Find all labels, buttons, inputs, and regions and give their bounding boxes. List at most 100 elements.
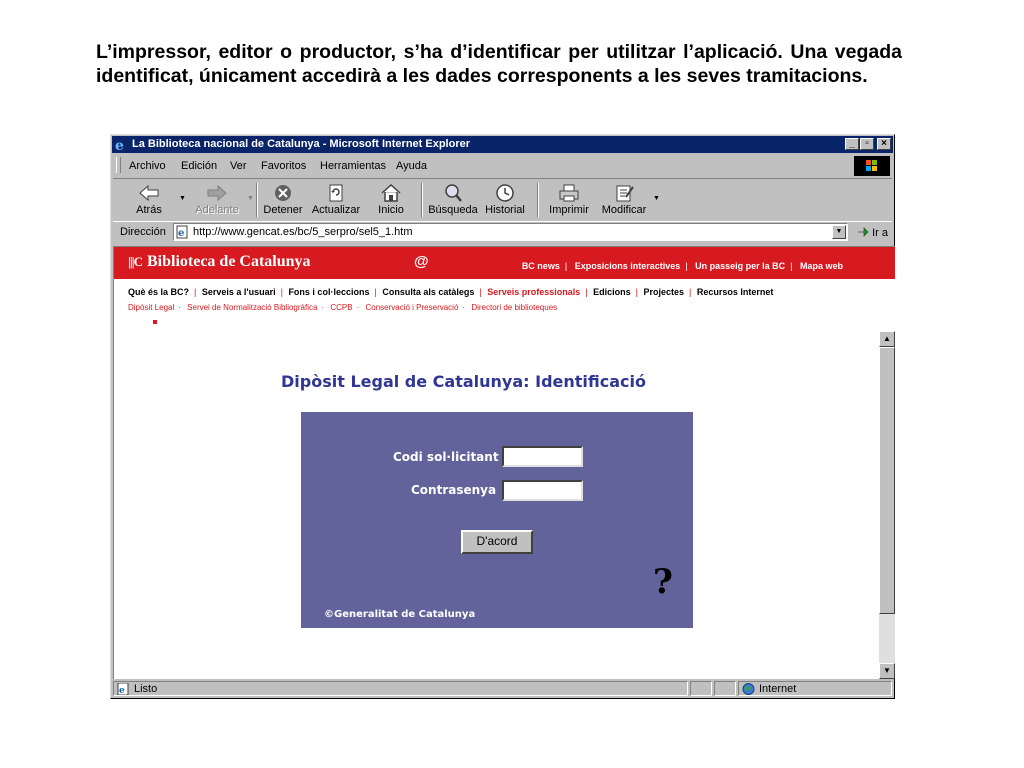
sub-nav: Dipòsit Legal · Servei de Normalització B… [128,303,557,312]
forward-button[interactable]: Adelante [191,181,243,219]
svg-text:e: e [115,138,124,152]
maximize-button[interactable]: ▫ [860,138,874,150]
search-icon [445,184,462,202]
login-form: Codi sol·licitant Contrasenya D'acord ? … [301,412,693,628]
toolbar-separator [256,183,258,217]
at-link[interactable]: @ [414,253,429,270]
subnav-diposit-legal[interactable]: Dipòsit Legal [128,303,174,312]
top-link-mapa-web[interactable]: Mapa web [800,261,843,271]
stop-button[interactable]: Detener [261,181,305,219]
refresh-button[interactable]: Actualizar [309,181,363,219]
help-icon[interactable]: ? [653,562,673,602]
nav-separator: | [585,287,588,297]
status-bar: e Listo Internet [113,680,892,697]
zone-text: Internet [759,683,797,695]
intro-paragraph: L’impressor, editor o productor, s’ha d’… [96,41,902,87]
subnav-dot: · [356,303,360,312]
address-dropdown-icon[interactable]: ▼ [832,225,846,239]
menu-bar: Archivo Edición Ver Favoritos Herramient… [113,155,892,176]
stop-icon [275,185,291,201]
title-bar: e La Biblioteca nacional de Catalunya - … [112,136,893,153]
globe-icon [742,683,755,695]
edit-icon [616,185,634,202]
nav-separator: | [479,287,482,297]
subnav-ccpb[interactable]: CCPB [330,303,352,312]
forward-dropdown-icon[interactable]: ▼ [247,195,254,202]
svg-text:e: e [178,228,184,239]
back-button[interactable]: Atrás [125,181,173,219]
menu-favoritos[interactable]: Favoritos [261,160,306,172]
nav-consulta[interactable]: Consulta als catàlegs [382,287,474,297]
windows-logo-icon [854,156,890,176]
nav-separator: | [635,287,638,297]
nav-separator: | [194,287,197,297]
toolbar: Atrás ▼ Adelante ▼ Detener Actualizar In… [113,178,892,222]
toolbar-separator [421,183,423,217]
submit-button[interactable]: D'acord [461,530,533,554]
subnav-dot: · [321,303,325,312]
go-button[interactable]: Ir a [857,226,888,239]
site-header: |||C Biblioteca de Catalunya @ BC news | E… [114,247,895,279]
nav-serveis-usuari[interactable]: Serveis a l'usuari [202,287,276,297]
menu-edicion[interactable]: Edición [181,160,217,172]
toolbar-separator [537,183,539,217]
address-input[interactable]: e http://www.gencat.es/bc/5_serpro/sel5_… [173,223,848,241]
site-brand-label: Biblioteca de Catalunya [146,253,311,270]
subnav-directori[interactable]: Directori de biblioteques [471,303,557,312]
history-icon [496,184,514,202]
home-icon [381,183,401,202]
scroll-down-icon[interactable]: ▼ [879,663,895,679]
password-label: Contrasenya [411,483,497,497]
status-cell [714,681,736,696]
subnav-normalitzacio[interactable]: Servei de Normalització Bibliogràfica [187,303,317,312]
scroll-up-icon[interactable]: ▲ [879,331,895,347]
password-input[interactable] [502,480,583,501]
subnav-conservacio[interactable]: Conservació i Preservació [365,303,458,312]
code-input[interactable] [502,446,583,467]
close-button[interactable]: × [877,138,891,150]
browser-window: e La Biblioteca nacional de Catalunya - … [110,134,895,699]
copyright-text: ©Generalitat de Catalunya [324,609,476,620]
top-links: BC news | Exposicions interactives | Un pa… [518,261,847,271]
nav-serveis-professionals[interactable]: Serveis professionals [487,287,580,297]
svg-text:e: e [119,686,125,695]
top-link-exposicions[interactable]: Exposicions interactives [575,261,681,271]
menu-ayuda[interactable]: Ayuda [396,160,427,172]
go-label: Ir a [872,227,888,239]
ie-icon: e [115,138,124,152]
top-link-separator: | [564,261,568,271]
subnav-dot: · [462,303,466,312]
page-title: Dipòsit Legal de Catalunya: Identificaci… [281,372,646,391]
page-icon: e [176,225,188,239]
scroll-thumb[interactable] [879,347,895,614]
minimize-button[interactable]: _ [845,138,859,150]
print-icon [559,184,579,202]
menu-grip [116,157,121,173]
home-button[interactable]: Inicio [369,181,413,219]
back-dropdown-icon[interactable]: ▼ [179,195,186,202]
nav-projectes[interactable]: Projectes [644,287,685,297]
subnav-dot: · [178,303,181,312]
status-text: Listo [134,683,158,695]
nav-recursos[interactable]: Recursos Internet [697,287,774,297]
vertical-scrollbar[interactable]: ▲ ▼ [879,331,895,679]
top-link-passeig[interactable]: Un passeig per la BC [695,261,785,271]
status-cell [690,681,712,696]
menu-ver[interactable]: Ver [230,160,247,172]
nav-que-es[interactable]: Què és la BC? [128,287,189,297]
window-title: La Biblioteca nacional de Catalunya - Mi… [132,138,471,150]
site-brand[interactable]: |||C Biblioteca de Catalunya [128,253,311,271]
top-link-bc-news[interactable]: BC news [522,261,560,271]
edit-button[interactable]: Modificar [597,181,651,219]
address-label: Dirección [120,226,166,238]
nav-separator: | [374,287,377,297]
print-button[interactable]: Imprimir [545,181,593,219]
nav-fons[interactable]: Fons i col·leccions [288,287,369,297]
nav-edicions[interactable]: Edicions [593,287,631,297]
menu-archivo[interactable]: Archivo [129,160,166,172]
menu-herramientas[interactable]: Herramientas [320,160,386,172]
edit-dropdown-icon[interactable]: ▼ [653,195,660,202]
history-button[interactable]: Historial [483,181,527,219]
address-url: http://www.gencat.es/bc/5_serpro/sel5_1.… [193,226,413,238]
search-button[interactable]: Búsqueda [427,181,479,219]
